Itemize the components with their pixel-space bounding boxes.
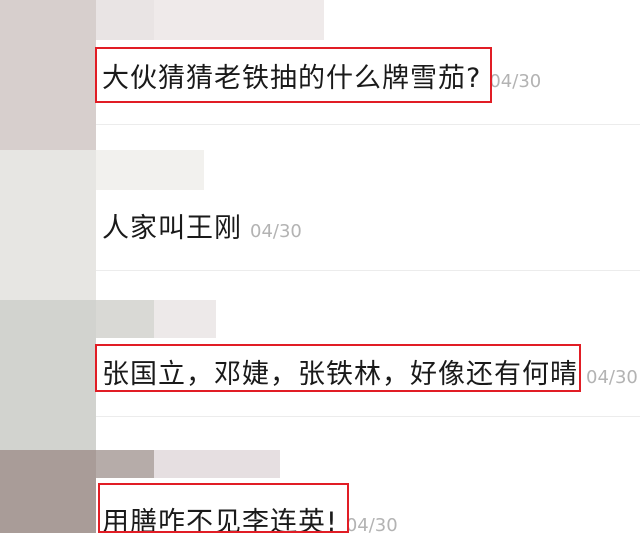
divider [96, 416, 640, 417]
divider [96, 124, 640, 125]
blurred-avatar [0, 450, 96, 533]
blurred-username [96, 0, 154, 40]
highlight-box [95, 47, 492, 103]
blurred-avatar [0, 150, 96, 300]
comment-date: 04/30 [250, 221, 302, 242]
blurred-avatar [0, 300, 96, 450]
divider [96, 270, 640, 271]
blurred-avatar [0, 0, 96, 150]
comment-text: 人家叫王刚 [102, 213, 242, 244]
comment-date: 04/30 [489, 71, 542, 92]
blurred-username [96, 450, 154, 478]
comment-item[interactable]: 人家叫王刚 04/30 [102, 206, 302, 245]
blurred-username [96, 300, 154, 338]
blurred-username [154, 450, 280, 478]
blurred-username [96, 150, 204, 190]
highlight-box [98, 483, 349, 533]
blurred-username [154, 300, 216, 338]
comment-date: 04/30 [586, 367, 638, 388]
highlight-box [95, 344, 581, 392]
comment-feed: 大伙猜猜老铁抽的什么牌雪茄? 04/30 人家叫王刚 04/30 张国立，邓婕，… [0, 0, 640, 533]
comment-date: 04/30 [345, 515, 398, 533]
blurred-username [154, 0, 324, 40]
